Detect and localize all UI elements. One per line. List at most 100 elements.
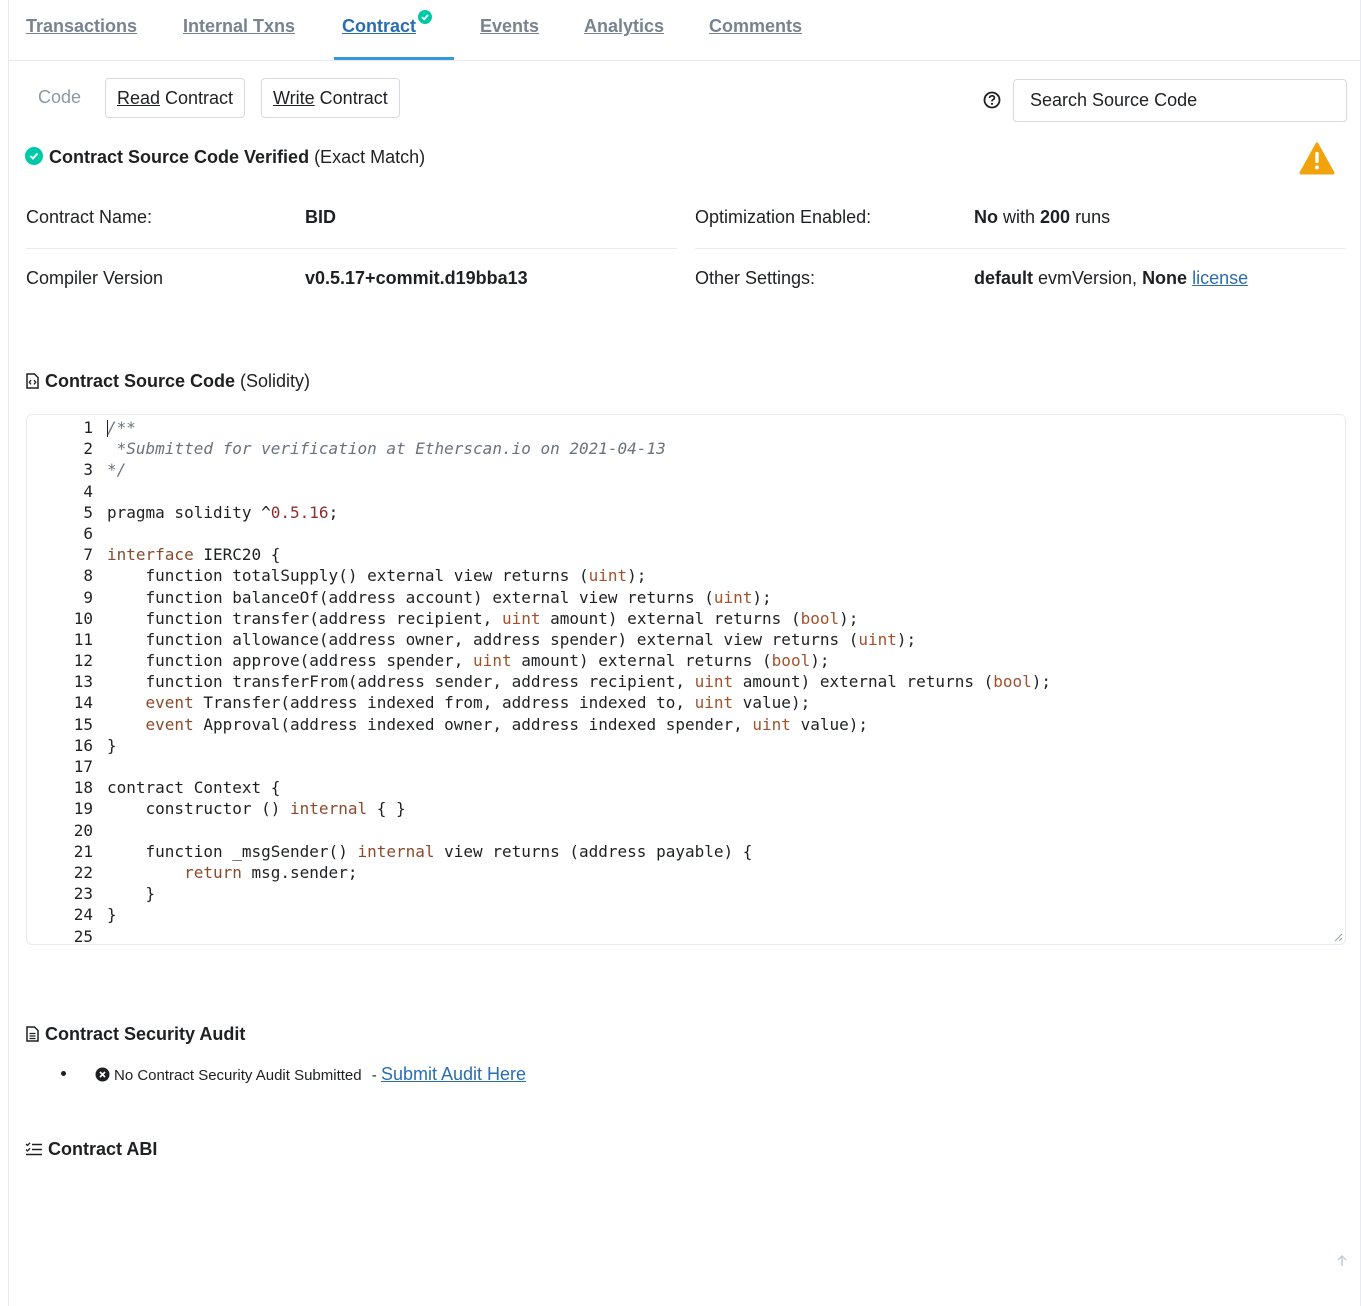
optimization-enabled: No <box>974 207 998 227</box>
line-number: 23 <box>73 884 93 904</box>
contract-name-text: BID <box>305 207 336 227</box>
compiler-label: Compiler Version <box>26 268 164 288</box>
verified-status: Contract Source Code Verified (Exact Mat… <box>25 147 425 168</box>
question-circle-icon[interactable] <box>982 90 1002 110</box>
line-number: 9 <box>83 587 93 607</box>
code-line: pragma solidity ^0.5.16; <box>107 502 339 522</box>
code-line: contract Context { <box>107 778 281 798</box>
verified-title: Contract Source Code Verified <box>49 147 310 167</box>
check-circle-icon <box>25 147 43 165</box>
optimization-value: No with 200 runs <box>974 207 1110 228</box>
tab-transactions[interactable]: Transactions <box>26 16 137 37</box>
warning-icon[interactable] <box>1299 142 1335 176</box>
line-number: 7 <box>83 545 93 565</box>
write-contract-rest: Contract <box>314 88 388 108</box>
active-tab-indicator <box>334 57 454 60</box>
source-code-lang: (Solidity) <box>235 371 311 391</box>
times-circle-icon <box>95 1067 110 1082</box>
line-number: 24 <box>73 905 93 925</box>
code-line: *Submitted for verification at Etherscan… <box>107 439 666 459</box>
contract-card: Transactions Internal Txns Contract Even… <box>8 0 1361 1306</box>
line-number: 8 <box>83 566 93 586</box>
other-settings-row: Other Settings: default evmVersion, None… <box>695 250 1346 310</box>
write-contract-underlined: Write <box>273 88 315 108</box>
read-contract-button[interactable]: Read Contract <box>105 78 246 118</box>
evm-version-label: evmVersion, <box>1033 268 1143 288</box>
optimization-runs: 200 <box>1040 207 1071 227</box>
tab-bar: Transactions Internal Txns Contract Even… <box>9 0 1361 61</box>
list-bullet <box>61 1071 66 1076</box>
text-cursor <box>107 420 108 437</box>
tab-events[interactable]: Events <box>480 16 539 37</box>
line-number: 11 <box>73 629 93 649</box>
line-numbers: 1 2 3 4 5 6 7 8 9 10 11 12 13 14 15 16 17 18 19 20 21 22 23 24 2… <box>27 417 93 945</box>
code-line: } <box>107 735 117 755</box>
abi-title: Contract ABI <box>48 1139 158 1159</box>
line-number: 2 <box>83 439 93 459</box>
subtab-code[interactable]: Code <box>27 78 92 118</box>
optimization-with: with <box>998 207 1041 227</box>
tab-contract[interactable]: Contract <box>342 10 433 37</box>
code-line: function transfer(address recipient, uin… <box>107 608 859 628</box>
arrow-up-icon[interactable] <box>1335 1254 1349 1268</box>
optimization-runs-suffix: runs <box>1070 207 1111 227</box>
line-number: 18 <box>73 778 93 798</box>
contract-name-value: BID <box>305 207 336 228</box>
line-number: 20 <box>73 820 93 840</box>
other-settings-label: Other Settings: <box>695 268 816 288</box>
code-content[interactable]: /** *Submitted for verification at Ether… <box>107 417 1052 944</box>
file-text-icon <box>26 1026 39 1042</box>
source-code-title: Contract Source Code <box>45 371 236 391</box>
line-number: 1 <box>83 418 93 437</box>
code-line: */ <box>107 460 127 480</box>
line-number: 3 <box>83 460 93 480</box>
code-line: /** <box>107 418 136 437</box>
compiler-row: Compiler Version v0.5.17+commit.d19bba13 <box>26 250 677 310</box>
audit-heading: Contract Security Audit <box>25 1024 245 1045</box>
license-link[interactable]: license <box>1192 268 1248 288</box>
code-line: function totalSupply() external view ret… <box>107 566 647 586</box>
code-line: function transferFrom(address sender, ad… <box>107 672 1052 692</box>
read-contract-rest: Contract <box>160 88 234 108</box>
code-line: event Transfer(address indexed from, add… <box>145 693 811 713</box>
code-line: } <box>107 905 117 925</box>
write-contract-button[interactable]: Write Contract <box>261 78 400 118</box>
compiler-text: v0.5.17+commit.d19bba13 <box>305 268 528 288</box>
tab-analytics[interactable]: Analytics <box>584 16 664 37</box>
audit-title: Contract Security Audit <box>45 1024 246 1044</box>
source-code-heading: Contract Source Code (Solidity) <box>25 371 310 392</box>
line-number: 16 <box>73 735 93 755</box>
code-line: function balanceOf(address account) exte… <box>107 587 772 607</box>
line-number: 15 <box>73 714 93 734</box>
list-check-icon <box>25 1142 42 1156</box>
compiler-value: v0.5.17+commit.d19bba13 <box>305 268 528 289</box>
code-line: function allowance(address owner, addres… <box>107 629 917 649</box>
line-number: 25 <box>73 926 93 945</box>
line-number: 5 <box>83 502 93 522</box>
evm-version: default <box>974 268 1034 288</box>
search-source-code-input[interactable] <box>1013 79 1347 122</box>
verified-match: (Exact Match) <box>309 147 426 167</box>
source-code-editor[interactable]: 1 2 3 4 5 6 7 8 9 10 11 12 13 14 15 16 17 18 19 20 21 22 23 24 2… <box>26 414 1346 945</box>
other-settings-value: default evmVersion, None license <box>974 268 1248 289</box>
code-line: event Approval(address indexed owner, ad… <box>145 714 868 734</box>
audit-list-item: No Contract Security Audit Submitted - S… <box>95 1064 526 1085</box>
abi-heading: Contract ABI <box>25 1139 157 1160</box>
line-number: 21 <box>73 841 93 861</box>
tab-internal-txns[interactable]: Internal Txns <box>183 16 295 37</box>
tab-comments[interactable]: Comments <box>709 16 802 37</box>
submit-audit-link[interactable]: Submit Audit Here <box>381 1064 526 1084</box>
optimization-row: Optimization Enabled: No with 200 runs <box>695 189 1346 249</box>
code-line: constructor () internal { } <box>107 799 406 819</box>
resize-handle-icon[interactable] <box>1333 932 1343 942</box>
audit-status: No Contract Security Audit Submitted <box>114 1067 362 1084</box>
verified-check-icon <box>418 10 433 24</box>
read-contract-underlined: Read <box>117 88 161 108</box>
contract-name-row: Contract Name: BID <box>26 189 677 249</box>
tab-contract-label: Contract <box>342 16 417 36</box>
line-number: 10 <box>73 608 93 628</box>
